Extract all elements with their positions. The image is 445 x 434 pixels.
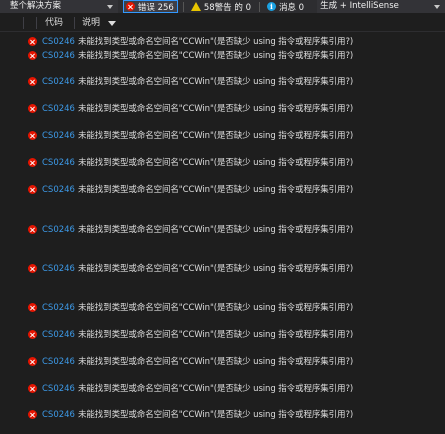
error-message: 未能找到类型或命名空间名"CCWin"(是否缺少 using 指令或程序集引用?… (78, 185, 354, 195)
column-divider[interactable] (23, 17, 24, 29)
error-code-link[interactable]: CS0246 (42, 263, 75, 275)
error-icon (28, 264, 37, 273)
error-message: 未能找到类型或命名空间名"CCWin"(是否缺少 using 指令或程序集引用?… (78, 410, 354, 420)
error-message: 未能找到类型或命名空间名"CCWin"(是否缺少 using 指令或程序集引用?… (78, 104, 354, 114)
warnings-filter-label: 58警告 的 0 (203, 2, 251, 13)
error-row[interactable]: CS0246 未能找到类型或命名空间名"CCWin"(是否缺少 using 指令或… (0, 103, 445, 115)
error-code-link[interactable]: CS0246 (42, 130, 75, 142)
error-message: 未能找到类型或命名空间名"CCWin"(是否缺少 using 指令或程序集引用?… (78, 77, 354, 87)
toolbar-separator (182, 1, 184, 12)
build-source-dropdown[interactable]: 生成 + IntelliSense (317, 0, 445, 13)
error-code-link[interactable]: CS0246 (42, 302, 75, 314)
error-message: 未能找到类型或命名空间名"CCWin"(是否缺少 using 指令或程序集引用?… (78, 158, 354, 168)
error-message: 未能找到类型或命名空间名"CCWin"(是否缺少 using 指令或程序集引用?… (78, 37, 354, 47)
error-row[interactable]: CS0246 未能找到类型或命名空间名"CCWin"(是否缺少 using 指令或… (0, 184, 445, 196)
error-row[interactable]: CS0246 未能找到类型或命名空间名"CCWin"(是否缺少 using 指令或… (0, 263, 445, 275)
error-icon (125, 2, 135, 11)
scope-dropdown[interactable]: 整个解决方案 (0, 0, 118, 13)
error-row[interactable]: CS0246 未能找到类型或命名空间名"CCWin"(是否缺少 using 指令或… (0, 224, 445, 236)
warnings-filter-button[interactable]: 58警告 的 0 (189, 0, 254, 13)
error-list-window: 整个解决方案 错误 256 58警告 的 0 i 消息 0 生成 + Intel… (0, 0, 445, 434)
info-icon: i (266, 2, 276, 11)
error-row[interactable]: CS0246 未能找到类型或命名空间名"CCWin"(是否缺少 using 指令或… (0, 76, 445, 88)
error-icon (28, 158, 37, 167)
toolbar-separator (258, 1, 260, 12)
error-icon (28, 104, 37, 113)
error-icon (28, 303, 37, 312)
error-icon (28, 384, 37, 393)
build-source-label: 生成 + IntelliSense (320, 1, 399, 11)
error-row[interactable]: CS0246 未能找到类型或命名空间名"CCWin"(是否缺少 using 指令或… (0, 409, 445, 421)
column-header-code[interactable]: 代码 (45, 15, 63, 31)
error-icon (28, 51, 37, 60)
error-message: 未能找到类型或命名空间名"CCWin"(是否缺少 using 指令或程序集引用?… (78, 330, 354, 340)
error-list-toolbar: 整个解决方案 错误 256 58警告 的 0 i 消息 0 生成 + Intel… (0, 0, 445, 13)
chevron-down-icon (106, 5, 113, 9)
error-message: 未能找到类型或命名空间名"CCWin"(是否缺少 using 指令或程序集引用?… (78, 264, 354, 274)
error-icon (28, 410, 37, 419)
error-icon (28, 330, 37, 339)
warning-icon (190, 2, 201, 11)
error-icon (28, 357, 37, 366)
error-icon (28, 185, 37, 194)
error-code-link[interactable]: CS0246 (42, 356, 75, 368)
error-icon (28, 131, 37, 140)
error-row[interactable]: CS0246 未能找到类型或命名空间名"CCWin"(是否缺少 using 指令或… (0, 36, 445, 48)
error-row[interactable]: CS0246 未能找到类型或命名空间名"CCWin"(是否缺少 using 指令或… (0, 356, 445, 368)
error-message: 未能找到类型或命名空间名"CCWin"(是否缺少 using 指令或程序集引用?… (78, 357, 354, 367)
column-header-row: 代码 说明 (0, 15, 445, 32)
error-code-link[interactable]: CS0246 (42, 76, 75, 88)
error-code-link[interactable]: CS0246 (42, 103, 75, 115)
error-row[interactable]: CS0246 未能找到类型或命名空间名"CCWin"(是否缺少 using 指令或… (0, 50, 445, 62)
error-message: 未能找到类型或命名空间名"CCWin"(是否缺少 using 指令或程序集引用?… (78, 225, 354, 235)
error-code-link[interactable]: CS0246 (42, 184, 75, 196)
errors-filter-label: 错误 256 (137, 2, 174, 13)
error-message: 未能找到类型或命名空间名"CCWin"(是否缺少 using 指令或程序集引用?… (78, 384, 354, 394)
column-divider[interactable] (74, 17, 75, 29)
error-icon (28, 77, 37, 86)
messages-filter-label: 消息 0 (278, 2, 305, 13)
error-code-link[interactable]: CS0246 (42, 383, 75, 395)
error-row[interactable]: CS0246 未能找到类型或命名空间名"CCWin"(是否缺少 using 指令或… (0, 157, 445, 169)
error-code-link[interactable]: CS0246 (42, 157, 75, 169)
error-row[interactable]: CS0246 未能找到类型或命名空间名"CCWin"(是否缺少 using 指令或… (0, 302, 445, 314)
filter-icon[interactable] (108, 20, 117, 26)
error-row[interactable]: CS0246 未能找到类型或命名空间名"CCWin"(是否缺少 using 指令或… (0, 329, 445, 341)
messages-filter-button[interactable]: i 消息 0 (265, 0, 307, 13)
error-code-link[interactable]: CS0246 (42, 329, 75, 341)
column-header-description-label: 说明 (82, 18, 101, 28)
error-icon (28, 37, 37, 46)
chevron-down-icon (434, 5, 440, 9)
scope-dropdown-label: 整个解决方案 (10, 1, 62, 11)
error-code-link[interactable]: CS0246 (42, 409, 75, 421)
error-message: 未能找到类型或命名空间名"CCWin"(是否缺少 using 指令或程序集引用?… (78, 303, 354, 313)
errors-filter-button[interactable]: 错误 256 (122, 0, 178, 13)
error-message: 未能找到类型或命名空间名"CCWin"(是否缺少 using 指令或程序集引用?… (78, 131, 354, 141)
column-divider[interactable] (36, 17, 37, 29)
error-code-link[interactable]: CS0246 (42, 36, 75, 48)
column-header-description[interactable]: 说明 (82, 15, 117, 31)
error-code-link[interactable]: CS0246 (42, 224, 75, 236)
error-code-link[interactable]: CS0246 (42, 50, 75, 62)
error-icon (28, 225, 37, 234)
error-row[interactable]: CS0246 未能找到类型或命名空间名"CCWin"(是否缺少 using 指令或… (0, 130, 445, 142)
error-message: 未能找到类型或命名空间名"CCWin"(是否缺少 using 指令或程序集引用?… (78, 51, 354, 61)
error-row[interactable]: CS0246 未能找到类型或命名空间名"CCWin"(是否缺少 using 指令或… (0, 383, 445, 395)
